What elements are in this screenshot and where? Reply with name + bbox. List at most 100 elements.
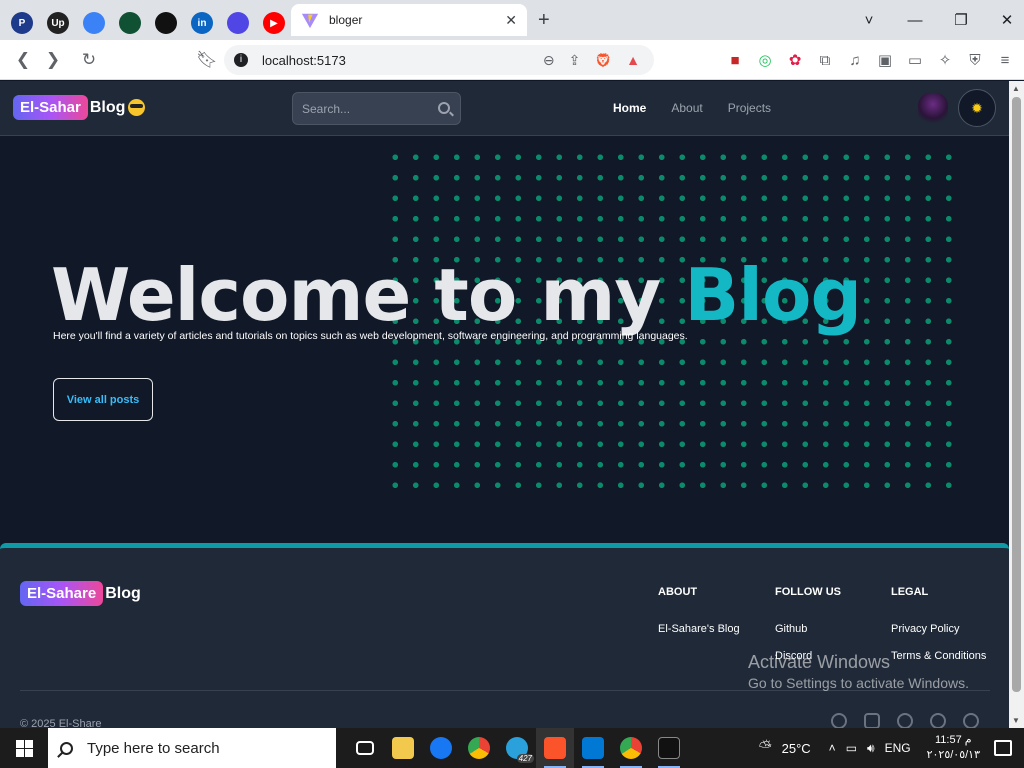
telegram-icon[interactable]: 427 [498,728,536,768]
bookmark-icon[interactable]: 🔖︎ [192,50,222,70]
scrollbar-thumb[interactable] [1012,97,1021,692]
volume-icon[interactable]: 🔊︎ [867,741,875,756]
url-text[interactable]: localhost:5173 [262,53,543,68]
nav-home[interactable]: Home [613,101,646,115]
search-box[interactable] [292,92,461,125]
dribbble-icon[interactable] [963,713,979,728]
github-icon[interactable] [930,713,946,728]
pinned-tab-github[interactable] [148,7,184,39]
page-scrollbar[interactable]: ▲ ▼ [1009,81,1024,728]
restore-button[interactable]: ❐ [938,11,984,29]
extension-green-icon[interactable]: ◎ [750,51,780,69]
vpn-icon[interactable]: ⛨ [960,52,990,69]
footer-logo[interactable]: El-Sahare Blog [20,581,141,606]
language-indicator[interactable]: ENG [885,741,911,755]
task-view-icon[interactable] [346,728,384,768]
media-icon[interactable]: ♫ [840,52,870,69]
forward-icon[interactable]: ❯ [38,50,68,70]
vscode-icon[interactable] [574,728,612,768]
taskbar-search[interactable]: Type here to search [48,728,336,768]
system-tray: ⛅︎ 25°C ˄ ▭ 🔊︎ ENG 11:57 م ٢٠٢٥/٠٥/١٣ [759,728,980,768]
back-icon[interactable]: ❮ [8,50,38,70]
temperature[interactable]: 25°C [782,741,811,756]
twitter-icon[interactable] [897,713,913,728]
tab-strip: P Up in ▶ bloger ✕ + ˅ — ❐ ✕ [0,0,1024,40]
pinned-tab-mongodb[interactable] [112,7,148,39]
file-explorer-icon[interactable] [384,728,422,768]
theme-toggle-button[interactable]: ✹ [958,89,996,127]
network-icon[interactable]: ▭ [846,741,857,755]
footer-link-blog[interactable]: El-Sahare's Blog [658,623,740,635]
brave-app-icon[interactable] [536,728,574,768]
search-input[interactable] [302,101,432,116]
footer-link-github[interactable]: Github [775,623,841,635]
leo-ai-icon[interactable]: ✧ [930,51,960,69]
pinned-tab-tab-circle[interactable] [76,7,112,39]
close-window-button[interactable]: ✕ [984,11,1024,29]
web-page: El-Sahar Blog Home About Projects ✹ Welc… [0,81,1009,728]
taskbar: Type here to search 427 ⛅︎ 25°C ˄ ▭ 🔊︎ E… [0,728,1024,768]
hero-subtitle: Here you'll find a variety of articles a… [53,330,688,342]
close-tab-icon[interactable]: ✕ [505,12,517,29]
activate-windows-watermark: Activate Windows Go to Settings to activ… [748,652,969,691]
linkedin-icon: in [191,12,213,34]
terminal-icon[interactable] [650,728,688,768]
chrome-profile-icon[interactable] [612,728,650,768]
site-logo[interactable]: El-Sahar Blog [13,95,146,120]
tab-diamond-icon [227,12,249,34]
footer-brand-rest: Blog [105,584,141,602]
footer-heading-legal: LEGAL [891,586,929,598]
clock[interactable]: 11:57 م ٢٠٢٥/٠٥/١٣ [927,733,980,763]
notifications-icon[interactable] [994,740,1012,756]
zoom-icon[interactable]: ⊖ [543,52,555,69]
weather-icon[interactable]: ⛅︎ [759,739,772,757]
pinned-tab-youtube[interactable]: ▶ [256,7,292,39]
pinned-tab-upwork[interactable]: Up [40,7,76,39]
copyright: © 2025 El-Share [20,718,102,728]
social-links [831,713,979,728]
pinned-tab-linkedin[interactable]: in [184,7,220,39]
watermark-title: Activate Windows [748,652,891,672]
footer-link-privacy[interactable]: Privacy Policy [891,623,986,635]
windows-logo-icon [15,739,33,757]
tab-search-icon[interactable]: ˅ [846,12,892,29]
start-button[interactable] [0,728,48,768]
instagram-icon[interactable] [864,713,880,728]
brave-rewards-icon[interactable]: ▲ [626,52,640,68]
watermark-subtitle: Go to Settings to activate Windows. [748,675,969,691]
address-bar[interactable]: i localhost:5173 ⊖ ⇪ 🦁︎ ▲ [224,45,654,75]
chrome-icon[interactable] [460,728,498,768]
vite-icon [301,13,319,29]
mongodb-icon [119,12,141,34]
facebook-app-icon[interactable] [422,728,460,768]
menu-icon[interactable]: ≡ [990,52,1020,69]
avatar[interactable] [918,93,948,125]
extensions-icon[interactable]: ⧉ [810,52,840,69]
minimize-button[interactable]: — [892,12,938,29]
show-hidden-icons-icon[interactable]: ˄ [829,741,836,755]
pinned-tab-tab-diamond[interactable] [220,7,256,39]
wallet-icon[interactable]: ▭ [900,51,930,69]
new-tab-button[interactable]: + [538,9,550,32]
scroll-up-icon[interactable]: ▲ [1012,84,1020,93]
taskbar-search-placeholder: Type here to search [87,739,220,757]
nav-about[interactable]: About [671,101,702,115]
pinned-tab-paypal[interactable]: P [4,7,40,39]
brand-highlight: El-Sahar [13,95,88,120]
site-header: El-Sahar Blog Home About Projects ✹ [0,81,1009,136]
hero-title-main: Welcome to my [51,253,661,337]
reload-icon[interactable]: ↻ [74,50,104,70]
view-all-posts-button[interactable]: View all posts [53,378,153,421]
search-icon[interactable] [438,102,450,114]
extensions-row: ■ ◎ ✿ ⧉ ♫ ▣ ▭ ✧ ⛨ ≡ [720,40,1020,80]
extension-red-icon[interactable]: ■ [720,52,750,69]
share-icon[interactable]: ⇪ [569,52,581,69]
active-tab[interactable]: bloger ✕ [291,4,527,36]
site-info-icon[interactable]: i [234,53,248,67]
nav-projects[interactable]: Projects [728,101,771,115]
facebook-icon[interactable] [831,713,847,728]
brave-shields-icon[interactable]: 🦁︎ [594,52,612,69]
sidebar-icon[interactable]: ▣ [870,51,900,69]
extension-color-icon[interactable]: ✿ [780,51,810,69]
scroll-down-icon[interactable]: ▼ [1012,716,1020,725]
